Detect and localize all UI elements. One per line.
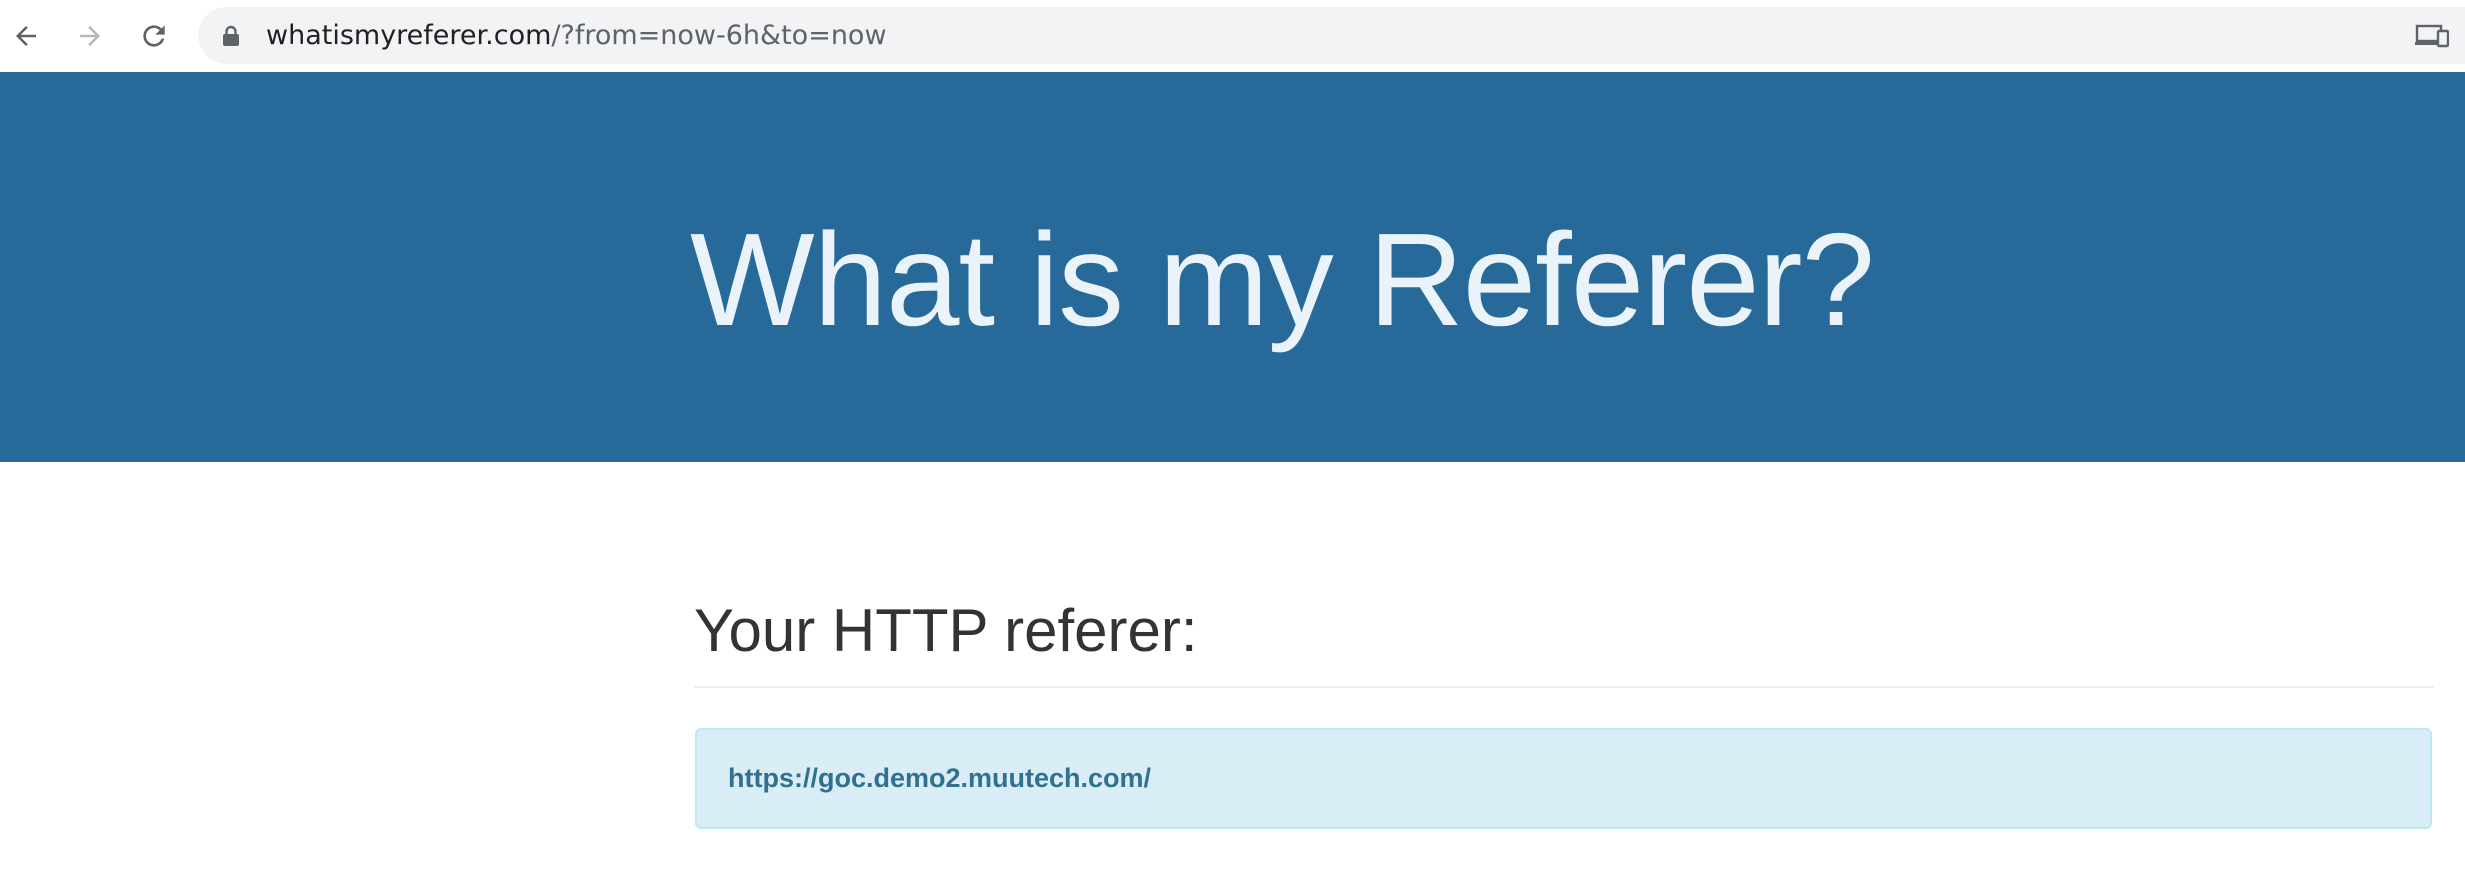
page-title: What is my Referer? bbox=[690, 206, 1875, 353]
back-arrow-icon bbox=[16, 26, 36, 46]
forward-arrow-icon bbox=[80, 26, 100, 46]
referer-heading: Your HTTP referer: bbox=[694, 597, 1198, 664]
browser-toolbar: whatismyreferer.com/?from=now-6h&to=now bbox=[0, 0, 2465, 72]
url-domain: whatismyreferer.com bbox=[266, 20, 552, 51]
referer-value: https://goc.demo2.muutech.com/ bbox=[728, 763, 1152, 793]
url-text[interactable]: whatismyreferer.com/?from=now-6h&to=now bbox=[266, 7, 887, 64]
back-button[interactable] bbox=[2, 12, 50, 60]
referer-alert-box: https://goc.demo2.muutech.com/ bbox=[695, 728, 2432, 829]
reload-button[interactable] bbox=[130, 12, 178, 60]
forward-button[interactable] bbox=[66, 12, 114, 60]
reload-icon bbox=[143, 25, 165, 47]
hero-banner: What is my Referer? bbox=[0, 72, 2465, 462]
url-path: /?from=now-6h&to=now bbox=[551, 20, 887, 51]
divider bbox=[694, 686, 2434, 688]
address-bar[interactable]: whatismyreferer.com/?from=now-6h&to=now bbox=[198, 7, 2465, 64]
lock-icon bbox=[223, 25, 239, 46]
devices-icon[interactable] bbox=[2415, 23, 2449, 49]
